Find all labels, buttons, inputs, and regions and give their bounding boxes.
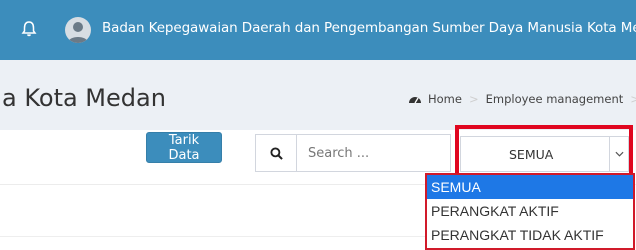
dashboard-icon	[409, 97, 421, 104]
search-button[interactable]	[256, 135, 297, 171]
breadcrumb-home[interactable]: Home	[428, 92, 462, 106]
breadcrumb-current[interactable]: Employee management	[486, 92, 624, 106]
status-filter-dropdown: SEMUA PERANGKAT AKTIF PERANGKAT TIDAK AK…	[425, 173, 635, 250]
search-box	[255, 134, 451, 172]
divider	[0, 236, 425, 237]
tarik-data-button[interactable]: Tarik Data	[146, 132, 222, 163]
dropdown-option-semua[interactable]: SEMUA	[427, 175, 633, 199]
select-arrow	[609, 137, 628, 171]
bell-icon[interactable]	[20, 20, 38, 38]
top-navbar: Badan Kepegawaian Daerah dan Pengembanga…	[0, 0, 636, 60]
agency-name: Badan Kepegawaian Daerah dan Pengembanga…	[102, 20, 636, 36]
search-input[interactable]	[308, 146, 438, 161]
dropdown-option-perangkat-aktif[interactable]: PERANGKAT AKTIF	[427, 199, 633, 223]
chevron-down-icon	[614, 151, 624, 157]
user-avatar-icon[interactable]	[65, 17, 91, 43]
select-value: SEMUA	[509, 147, 554, 162]
breadcrumb-separator: >	[468, 92, 479, 106]
breadcrumb: Home > Employee management >	[408, 92, 636, 106]
search-icon	[269, 146, 283, 160]
breadcrumb-separator: >	[630, 92, 636, 106]
dropdown-option-perangkat-tidak-aktif[interactable]: PERANGKAT TIDAK AKTIF	[427, 223, 633, 247]
status-filter-select[interactable]: SEMUA	[460, 136, 629, 172]
page-title: a Kota Medan	[2, 84, 166, 112]
